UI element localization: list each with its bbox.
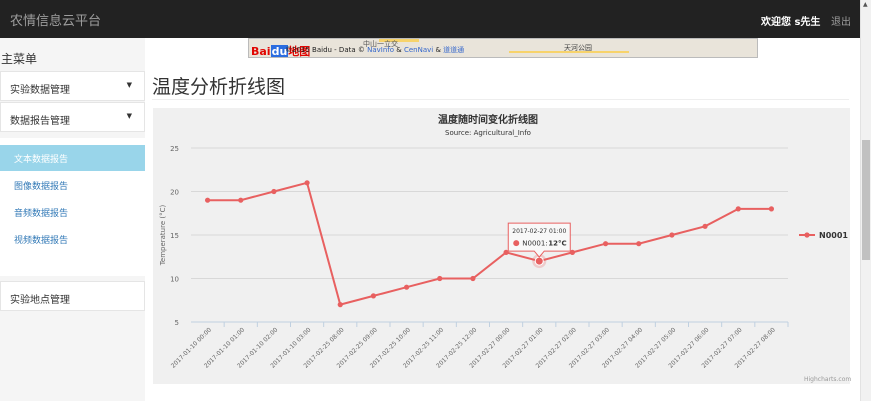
chart-svg: 温度随时间变化折线图 Source: Agricultural_Info 5 10 15… <box>159 113 848 370</box>
sidebar-item-experiment-data[interactable]: 实验数据管理 ▼ <box>0 71 145 101</box>
sidebar-item-label: 实验数据管理 <box>10 85 70 96</box>
data-point <box>702 223 708 229</box>
series-line-N0001 <box>207 181 772 306</box>
submenu-image-report[interactable]: 图像数据报告 <box>0 172 145 198</box>
data-point <box>735 206 741 212</box>
sidebar: 主菜单 实验数据管理 ▼ 数据报告管理 ▼ 文本数据报告 图像数据报告 音频数据… <box>0 38 145 401</box>
cennavi-link[interactable]: CenNavi <box>404 46 433 54</box>
submenu-video-report[interactable]: 视频数据报告 <box>0 226 145 252</box>
chart-title: 温度随时间变化折线图 <box>438 113 538 126</box>
data-point <box>337 302 343 308</box>
data-point <box>304 180 310 186</box>
report-submenu: 文本数据报告 图像数据报告 音频数据报告 视频数据报告 <box>0 138 145 276</box>
sidebar-item-label: 实验地点管理 <box>10 295 70 306</box>
tooltip-series: N0001: <box>522 240 547 248</box>
temperature-line-chart: 温度随时间变化折线图 Source: Agricultural_Info 5 10 15… <box>153 108 851 384</box>
data-point <box>437 275 443 282</box>
submenu-audio-report[interactable]: 音频数据报告 <box>0 199 145 225</box>
divider <box>152 99 849 100</box>
sidebar-item-data-report[interactable]: 数据报告管理 ▼ <box>0 102 145 132</box>
y-tick-label: 10 <box>170 276 179 284</box>
legend-marker <box>804 232 810 238</box>
data-point <box>768 206 775 212</box>
y-axis-title: Temperature (°C) <box>159 205 167 267</box>
welcome-user[interactable]: 欢迎您 s先生 <box>761 13 820 28</box>
caret-down-icon: ▼ <box>126 112 132 120</box>
navinfo-link[interactable]: NavInfo <box>367 46 394 54</box>
data-point <box>370 293 377 299</box>
sidebar-item-label: 数据报告管理 <box>10 116 70 127</box>
page-title: 温度分析折线图 <box>152 76 286 98</box>
data-point <box>669 232 675 238</box>
map-copyright: ©2015 Baidu - Data © NavInfo & CenNavi &… <box>285 46 465 54</box>
data-point <box>470 275 476 282</box>
submenu-label: 视频数据报告 <box>14 236 69 246</box>
brand-title[interactable]: 农情信息云平台 <box>10 10 101 29</box>
submenu-text-report[interactable]: 文本数据报告 <box>0 145 145 171</box>
tooltip-marker <box>513 240 520 247</box>
top-navbar: 农情信息云平台 欢迎您 s先生 退出 <box>0 0 860 38</box>
submenu-label: 图像数据报告 <box>14 182 69 192</box>
data-point <box>602 241 609 247</box>
daotong-link[interactable]: 道道通 <box>443 46 464 54</box>
data-point <box>204 197 211 203</box>
data-point <box>271 188 277 195</box>
chart-credits[interactable]: Highcharts.com <box>804 376 851 383</box>
hovered-data-point <box>534 256 544 266</box>
baidu-map[interactable]: 中山一立交 Baidu地图 ©2015 Baidu - Data © NavIn… <box>248 38 758 58</box>
y-tick-label: 25 <box>170 145 179 153</box>
data-point <box>403 284 410 290</box>
data-point <box>636 241 642 247</box>
scrollbar-thumb[interactable] <box>862 140 870 260</box>
data-point <box>238 197 244 203</box>
legend-item[interactable]: N0001 <box>819 231 848 240</box>
submenu-label: 文本数据报告 <box>14 155 69 165</box>
y-tick-label: 20 <box>170 189 179 197</box>
y-tick-label: 5 <box>175 319 179 327</box>
logout-link[interactable]: 退出 <box>831 13 851 28</box>
tooltip-header: 2017-02-27 01:00 <box>512 228 566 235</box>
map-park-label: 天河公园 <box>564 44 592 52</box>
sidebar-title: 主菜单 <box>1 52 38 66</box>
page-scrollbar[interactable]: ▲ <box>860 0 871 401</box>
scroll-up-arrow-icon[interactable]: ▲ <box>863 1 868 8</box>
tooltip-value: 12°C <box>548 240 566 248</box>
y-tick-label: 15 <box>170 232 179 240</box>
sidebar-item-experiment-site[interactable]: 实验地点管理 <box>0 281 145 311</box>
caret-down-icon: ▼ <box>126 81 132 89</box>
chart-subtitle: Source: Agricultural_Info <box>445 129 531 137</box>
submenu-label: 音频数据报告 <box>14 209 69 219</box>
